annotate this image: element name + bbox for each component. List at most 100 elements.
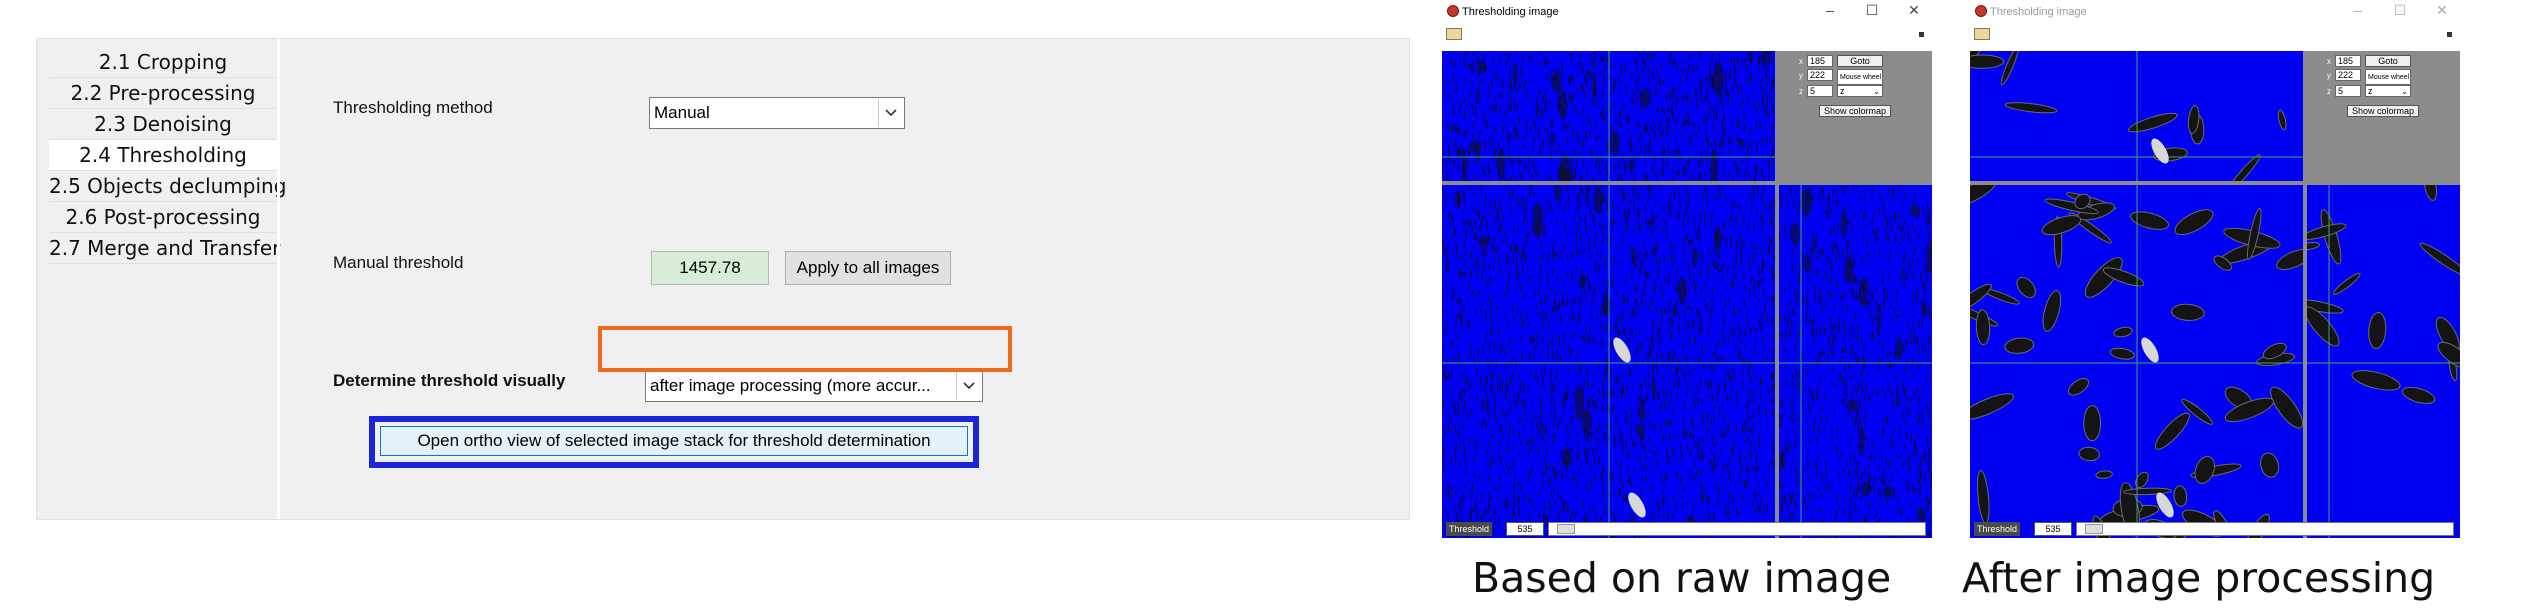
noise-speck [1694,402,1697,411]
nav-item-denoising[interactable]: 2.3 Denoising [49,109,277,140]
noise-speck [1570,404,1573,410]
noise-speck [1700,288,1703,292]
noise-speck [1511,371,1514,379]
xz-view[interactable] [1970,51,2303,181]
yz-view[interactable] [1779,185,1932,538]
xy-view[interactable] [1970,185,2303,538]
noise-speck [1582,499,1585,507]
noise-speck [1751,421,1754,430]
xz-view[interactable] [1442,51,1775,181]
noise-speck [1527,232,1530,237]
xy-view[interactable] [1442,185,1775,538]
maximize-icon[interactable]: ☐ [2390,2,2410,19]
visual-mode-select[interactable]: after image processing (more accur... [645,370,983,402]
noise-speck [1629,513,1632,518]
noise-speck [1720,427,1722,433]
noise-speck [1717,185,1720,192]
show-colormap-button[interactable]: Show colormap [2347,105,2419,117]
minimize-icon[interactable]: – [1820,2,1840,18]
minimize-icon[interactable]: – [2348,2,2368,18]
noise-speck [1849,510,1852,518]
noise-speck [1842,303,1845,307]
noise-speck [1558,417,1561,424]
noise-speck [1442,278,1444,281]
noise-speck [1447,211,1450,220]
axis-select[interactable]: z ⌄ [1837,85,1883,97]
nav-item-preprocessing[interactable]: 2.2 Pre-processing [49,78,277,109]
noise-speck [1498,379,1501,383]
toolbar-icon[interactable] [1446,28,1462,40]
noise-speck [1856,463,1859,471]
noise-speck [1713,111,1715,120]
noise-speck [1469,275,1471,280]
show-colormap-button[interactable]: Show colormap [1819,105,1891,117]
y-input[interactable]: 222 [1807,69,1833,81]
threshold-input[interactable]: 535 [1506,522,1544,536]
x-input[interactable]: 185 [2335,55,2361,67]
yz-view[interactable] [2307,185,2460,538]
noise-speck [1745,500,1748,504]
noise-speck [1456,149,1458,154]
z-input[interactable]: 5 [2335,85,2361,97]
goto-button[interactable]: Goto [1837,55,1883,67]
close-icon[interactable]: ✕ [2432,2,2452,19]
nav-item-cropping[interactable]: 2.1 Cropping [49,47,277,78]
noise-speck [1637,207,1639,213]
noise-speck [1720,137,1723,141]
noise-speck [1779,419,1782,429]
noise-speck [1686,391,1688,396]
thresholding-method-select[interactable]: Manual [649,97,905,129]
noise-speck [1647,128,1649,133]
nav-item-thresholding[interactable]: 2.4 Thresholding [49,140,277,171]
maximize-icon[interactable]: ☐ [1862,2,1882,19]
nav-item-objects-declumping[interactable]: 2.5 Objects declumping [49,171,286,202]
threshold-input[interactable]: 535 [2034,522,2072,536]
manual-threshold-input[interactable]: 1457.78 [651,251,769,285]
toolbar-icon[interactable] [1974,28,1990,40]
slider-knob[interactable] [2085,524,2103,534]
noise-speck [1912,487,1915,494]
noise-speck [1479,106,1482,110]
noise-speck [1903,282,1906,288]
slider-knob[interactable] [1557,524,1575,534]
noise-speck [1488,490,1490,496]
noise-speck [1485,66,1488,72]
noise-speck [1796,209,1799,216]
noise-speck [1858,429,1860,435]
noise-speck [1674,119,1677,125]
close-icon[interactable]: ✕ [1904,2,1924,19]
noise-speck [1636,57,1639,65]
noise-speck [1829,315,1832,321]
threshold-slider[interactable] [1548,522,1926,536]
noise-speck [1526,311,1528,320]
noise-speck [1672,513,1674,519]
y-input[interactable]: 222 [2335,69,2361,81]
noise-speck [1649,188,1652,197]
noise-speck [1517,505,1519,509]
noise-speck [1572,313,1575,320]
noise-speck [1513,134,1516,141]
noise-speck [1495,512,1498,516]
noise-speck [1692,421,1695,431]
noise-speck [1877,357,1880,365]
noise-speck [1542,382,1545,387]
axis-select[interactable]: z ⌄ [2365,85,2411,97]
apply-to-all-button[interactable]: Apply to all images [785,251,951,285]
x-input[interactable]: 185 [1807,55,1833,67]
goto-button[interactable]: Goto [2365,55,2411,67]
z-input[interactable]: 5 [1807,85,1833,97]
nav-item-postprocessing[interactable]: 2.6 Post-processing [49,202,277,233]
noise-speck [1745,79,1748,83]
noise-speck [1740,85,1743,93]
structure-blob [1883,485,1893,499]
noise-speck [1782,482,1784,489]
threshold-slider[interactable] [2076,522,2454,536]
noise-speck [1465,228,1468,236]
noise-speck [1551,334,1554,339]
noise-speck [1852,259,1855,268]
noise-speck [1451,399,1454,404]
nav-item-merge-transfer[interactable]: 2.7 Merge and Transfer [49,233,280,264]
noise-speck [1743,123,1746,132]
noise-speck [1477,351,1480,357]
noise-speck [1550,387,1553,393]
